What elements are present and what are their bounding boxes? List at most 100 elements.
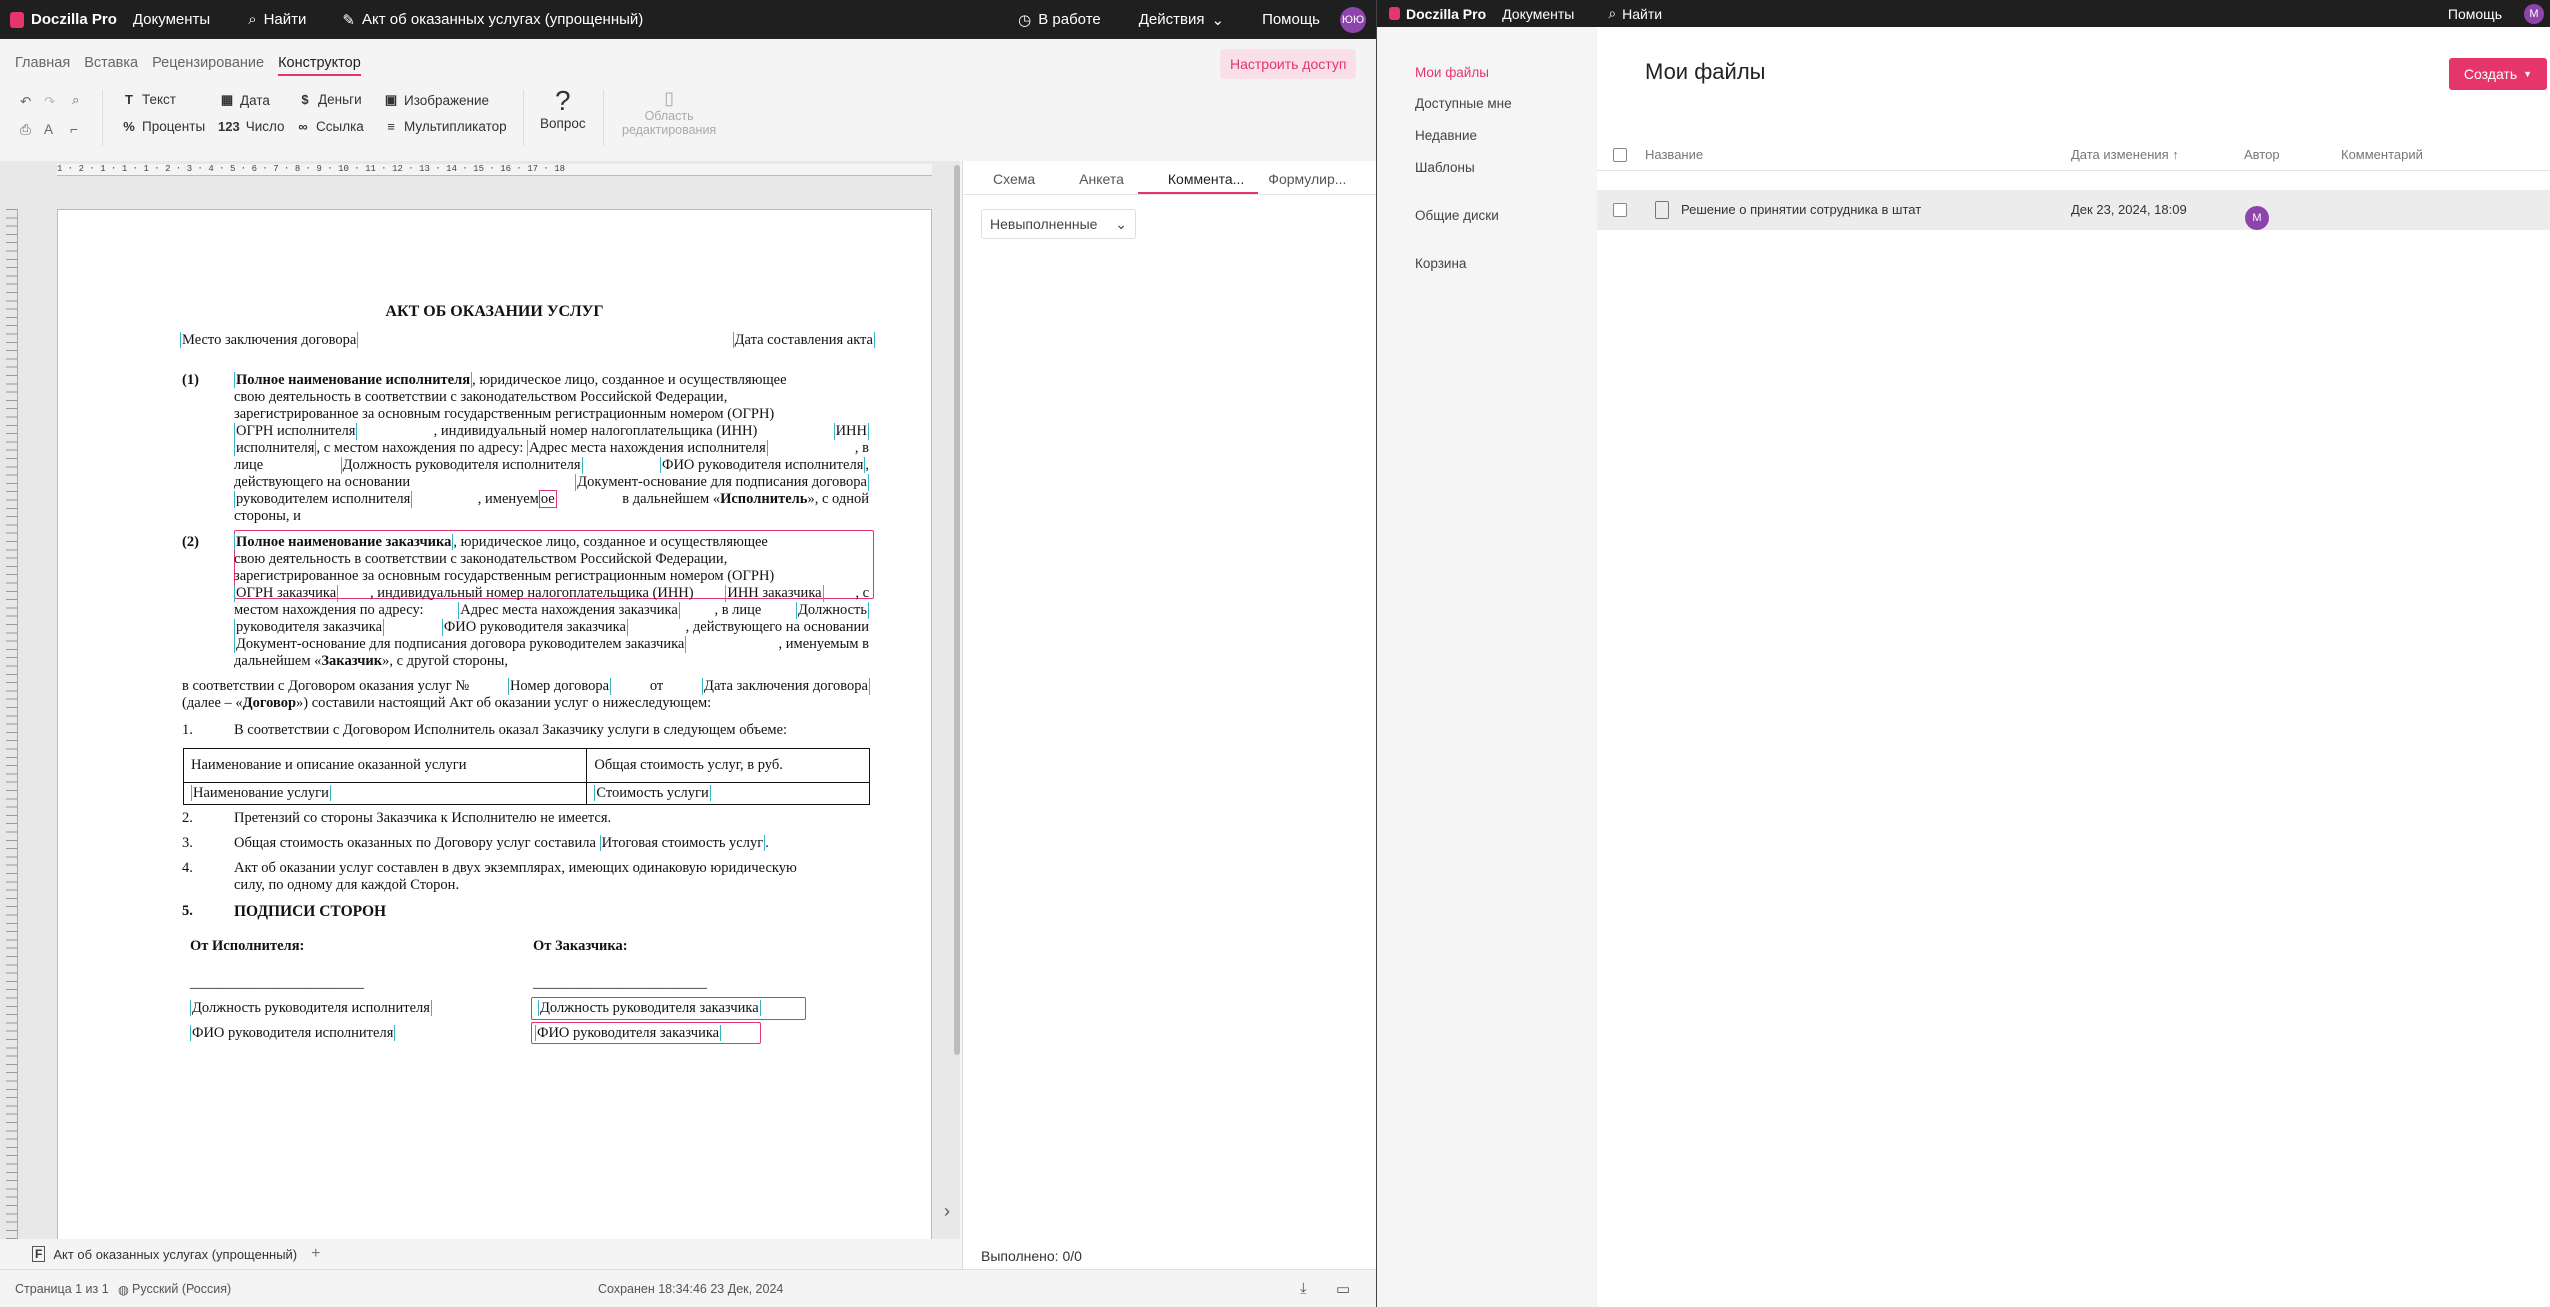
field-cust-name[interactable]: Полное наименование заказчика: [234, 534, 454, 550]
sidebar-item-shared-drives[interactable]: Общие диски: [1415, 208, 1499, 223]
field-exec-inn[interactable]: ИНН: [833, 423, 869, 440]
sidebar-item-recent[interactable]: Недавние: [1415, 128, 1477, 143]
field-exec-basis-2[interactable]: руководителем исполнителя: [234, 491, 413, 508]
field-cust-ogrn[interactable]: ОГРН заказчика: [234, 585, 339, 602]
tab-home[interactable]: Главная: [15, 55, 70, 76]
tab-comments[interactable]: Коммента...: [1137, 161, 1259, 194]
format-painter-icon[interactable]: ⌐: [70, 122, 78, 137]
tab-review[interactable]: Рецензирование: [152, 55, 264, 76]
select-all-checkbox[interactable]: [1613, 148, 1627, 162]
edit-area-button[interactable]: ▯ Область редактирования: [622, 88, 716, 137]
file-name[interactable]: Решение о принятии сотрудника в штат: [1681, 202, 1921, 217]
row-checkbox[interactable]: [1613, 203, 1627, 217]
vertical-ruler[interactable]: [6, 209, 18, 1239]
tab-wording[interactable]: Формулир...: [1258, 161, 1360, 194]
field-service-name[interactable]: Наименование услуги: [191, 785, 331, 801]
insert-link-button[interactable]: ∞ Ссылка: [296, 119, 363, 134]
document-tab[interactable]: Акт об оказанных услугах (упрощенный): [53, 1247, 297, 1262]
help-link[interactable]: Помощь: [1262, 11, 1320, 28]
column-comment[interactable]: Комментарий: [2341, 147, 2423, 162]
field-exec-address[interactable]: Адрес места нахождения исполнителя: [526, 440, 768, 456]
spell-icon[interactable]: A: [44, 122, 53, 137]
setup-access-button[interactable]: Настроить доступ: [1220, 49, 1357, 79]
field-exec-basis[interactable]: Документ-основание для подписания догово…: [575, 474, 869, 491]
tab-questionnaire[interactable]: Анкета: [1049, 161, 1138, 194]
exec-fio-field[interactable]: ФИО руководителя исполнителя: [190, 1025, 396, 1042]
table-row[interactable]: Решение о принятии сотрудника в штат Дек…: [1597, 190, 2550, 230]
editor-scrollbar[interactable]: [954, 165, 960, 1055]
party-1-text[interactable]: Полное наименование исполнителя, юридиче…: [234, 372, 869, 525]
sidebar-item-my-files[interactable]: Мои файлы: [1415, 65, 1489, 80]
tab-constructor[interactable]: Конструктор: [278, 55, 361, 76]
field-exec-fio[interactable]: ФИО руководителя исполнителя: [660, 457, 866, 473]
insert-number-button[interactable]: 123 Число: [218, 119, 285, 134]
question-button[interactable]: ? Вопрос: [540, 86, 586, 132]
document-page[interactable]: АКТ ОБ ОКАЗАНИИ УСЛУГ Место заключения д…: [57, 209, 932, 1239]
field-exec-position[interactable]: Должность руководителя исполнителя: [340, 457, 583, 474]
field-exec-name[interactable]: Полное наименование исполнителя: [234, 372, 473, 388]
insert-image-button[interactable]: ▣ Изображение: [384, 92, 489, 108]
sidebar-item-templates[interactable]: Шаблоны: [1415, 160, 1475, 175]
tab-schema[interactable]: Схема: [963, 161, 1049, 194]
table-row[interactable]: Наименование услуги Стоимость услуги: [182, 782, 870, 805]
language[interactable]: Русский (Россия): [132, 1282, 231, 1296]
document-name[interactable]: ✎ Акт об оказанных услугах (упрощенный): [342, 11, 643, 29]
column-date[interactable]: Дата изменения ↑: [2071, 147, 2179, 162]
avatar[interactable]: М: [2524, 3, 2544, 24]
search-button[interactable]: Найти: [1622, 6, 1662, 22]
act-date-field[interactable]: Дата составления акта: [732, 332, 875, 349]
cust-fio-field[interactable]: ФИО руководителя заказчика: [535, 1025, 722, 1042]
avatar[interactable]: ЮЮ: [1340, 6, 1366, 33]
field-cust-position-2[interactable]: руководителя заказчика: [234, 619, 385, 636]
insert-date-button[interactable]: ▦ Дата: [220, 92, 270, 108]
download-icon[interactable]: ⤓: [1300, 1280, 1307, 1297]
field-cust-position[interactable]: Должность: [796, 602, 869, 619]
redo-icon[interactable]: ↷: [44, 94, 55, 110]
item-3-text[interactable]: Общая стоимость оказанных по Договору ус…: [234, 835, 769, 852]
column-author[interactable]: Автор: [2244, 147, 2280, 162]
documents-link[interactable]: Документы: [1502, 6, 1574, 22]
field-exec-ogrn[interactable]: ОГРН исполнителя: [234, 423, 358, 440]
sidebar-item-trash[interactable]: Корзина: [1415, 256, 1466, 271]
filter-dropdown[interactable]: Невыполненные ⌄: [981, 209, 1136, 239]
field-cust-fio[interactable]: ФИО руководителя заказчика: [441, 619, 628, 636]
field-cust-basis[interactable]: Документ-основание для подписания догово…: [234, 636, 687, 653]
table-cell[interactable]: Стоимость услуги: [586, 782, 870, 805]
brand[interactable]: Doczilla Pro: [1389, 6, 1486, 22]
insert-text-button[interactable]: T Текст: [122, 92, 176, 107]
services-table[interactable]: Наименование и описание оказанной услуги…: [182, 748, 870, 805]
field-contract-date[interactable]: Дата заключения договора: [702, 678, 870, 695]
zoom-icon[interactable]: ⌕: [72, 92, 80, 108]
party-2-text[interactable]: Полное наименование заказчика, юридическ…: [234, 534, 869, 670]
horizontal-ruler[interactable]: 1 ⋅ 2 ⋅ 1 ⋅ 1 ⋅ 1 ⋅ 2 ⋅ 3 ⋅ 4 ⋅ 5 ⋅ 6 ⋅ …: [57, 164, 932, 176]
help-link[interactable]: Помощь: [2448, 6, 2502, 22]
documents-link[interactable]: Документы: [133, 11, 210, 28]
field-gender[interactable]: ое: [538, 490, 557, 508]
field-service-cost[interactable]: Стоимость услуги: [594, 785, 711, 801]
print-icon[interactable]: ⎙: [20, 122, 31, 138]
insert-money-button[interactable]: $ Деньги: [298, 92, 361, 107]
column-name[interactable]: Название: [1645, 147, 1703, 162]
cust-position-field[interactable]: Должность руководителя заказчика: [538, 1000, 761, 1017]
document-editor[interactable]: АКТ ОБ ОКАЗАНИИ УСЛУГ Место заключения д…: [0, 161, 960, 1239]
insert-percent-button[interactable]: % Проценты: [122, 119, 205, 134]
actions-menu[interactable]: Действия ⌄: [1139, 11, 1224, 29]
undo-icon[interactable]: ↶: [20, 94, 31, 110]
field-exec-inn-2[interactable]: исполнителя: [234, 440, 317, 456]
field-contract-number[interactable]: Номер договора: [507, 678, 612, 695]
create-button[interactable]: Создать ▼: [2449, 58, 2547, 90]
expand-icon[interactable]: ›: [944, 1201, 950, 1222]
field-total-cost[interactable]: Итоговая стоимость услуг: [599, 835, 766, 851]
brand[interactable]: Doczilla Pro: [10, 11, 117, 28]
sidebar-item-shared[interactable]: Доступные мне: [1415, 96, 1512, 111]
table-cell[interactable]: Наименование услуги: [182, 782, 588, 805]
search-button[interactable]: ⌕ Найти: [248, 11, 306, 28]
field-cust-address[interactable]: Адрес места нахождения заказчика: [458, 602, 680, 619]
panel-icon[interactable]: ▭: [1336, 1280, 1350, 1298]
insert-multiplier-button[interactable]: ≡ Мультипликатор: [384, 119, 506, 134]
contract-place-field[interactable]: Место заключения договора: [180, 332, 359, 349]
field-cust-inn[interactable]: ИНН заказчика: [725, 585, 824, 602]
add-tab-button[interactable]: +: [311, 1245, 320, 1263]
tab-insert[interactable]: Вставка: [84, 55, 138, 76]
status-dropdown[interactable]: ◷ В работе: [1018, 11, 1101, 29]
